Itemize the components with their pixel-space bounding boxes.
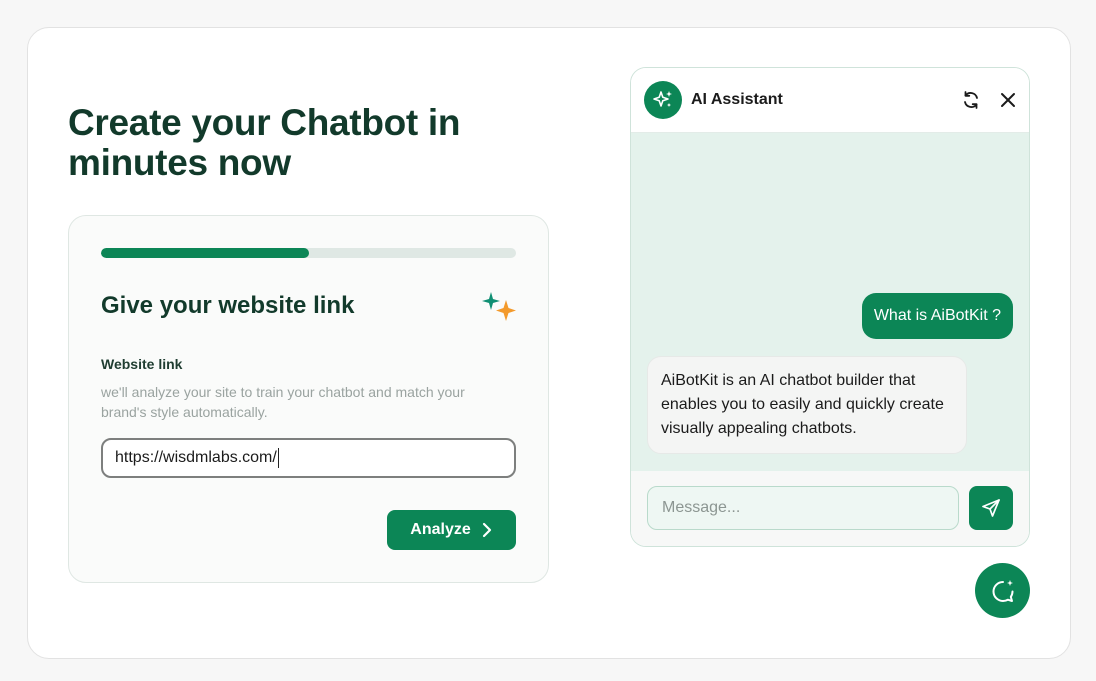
user-message-bubble: What is AiBotKit ? bbox=[861, 293, 1013, 339]
website-link-label: Website link bbox=[101, 356, 183, 372]
send-button[interactable] bbox=[969, 486, 1013, 530]
refresh-icon[interactable] bbox=[961, 90, 981, 110]
chat-widget: AI Assistant What is AiBotKit ? AiBotKit… bbox=[630, 67, 1030, 547]
progress-bar bbox=[101, 248, 516, 258]
assistant-name: AI Assistant bbox=[691, 91, 783, 108]
progress-fill bbox=[101, 248, 309, 258]
step-title: Give your website link bbox=[101, 292, 355, 319]
sparkle-icon bbox=[482, 292, 516, 321]
website-url-value: https://wisdmlabs.com/ bbox=[115, 449, 277, 466]
chat-messages-area: What is AiBotKit ? AiBotKit is an AI cha… bbox=[631, 133, 1029, 471]
chat-header: AI Assistant bbox=[631, 68, 1029, 133]
chat-footer bbox=[631, 471, 1029, 546]
website-link-help-text: we'll analyze your site to train your ch… bbox=[101, 384, 465, 420]
send-icon bbox=[982, 499, 1000, 517]
analyze-button[interactable]: Analyze bbox=[387, 510, 516, 550]
website-link-form-card: Give your website link Website link we'l… bbox=[68, 215, 549, 583]
page-title: Create your Chatbot in minutes now bbox=[68, 102, 461, 183]
text-cursor bbox=[277, 448, 279, 468]
sparkle-icon bbox=[653, 91, 672, 107]
assistant-avatar bbox=[644, 81, 682, 119]
close-icon[interactable] bbox=[998, 90, 1018, 110]
website-url-input[interactable]: https://wisdmlabs.com/ bbox=[101, 438, 516, 478]
chat-bubble-icon bbox=[992, 579, 1013, 602]
chevron-right-icon bbox=[482, 522, 491, 538]
message-input[interactable] bbox=[647, 486, 959, 530]
bot-message-bubble: AiBotKit is an AI chatbot builder that e… bbox=[647, 356, 967, 454]
chat-launcher-button[interactable] bbox=[975, 563, 1030, 618]
analyze-button-label: Analyze bbox=[410, 521, 471, 538]
